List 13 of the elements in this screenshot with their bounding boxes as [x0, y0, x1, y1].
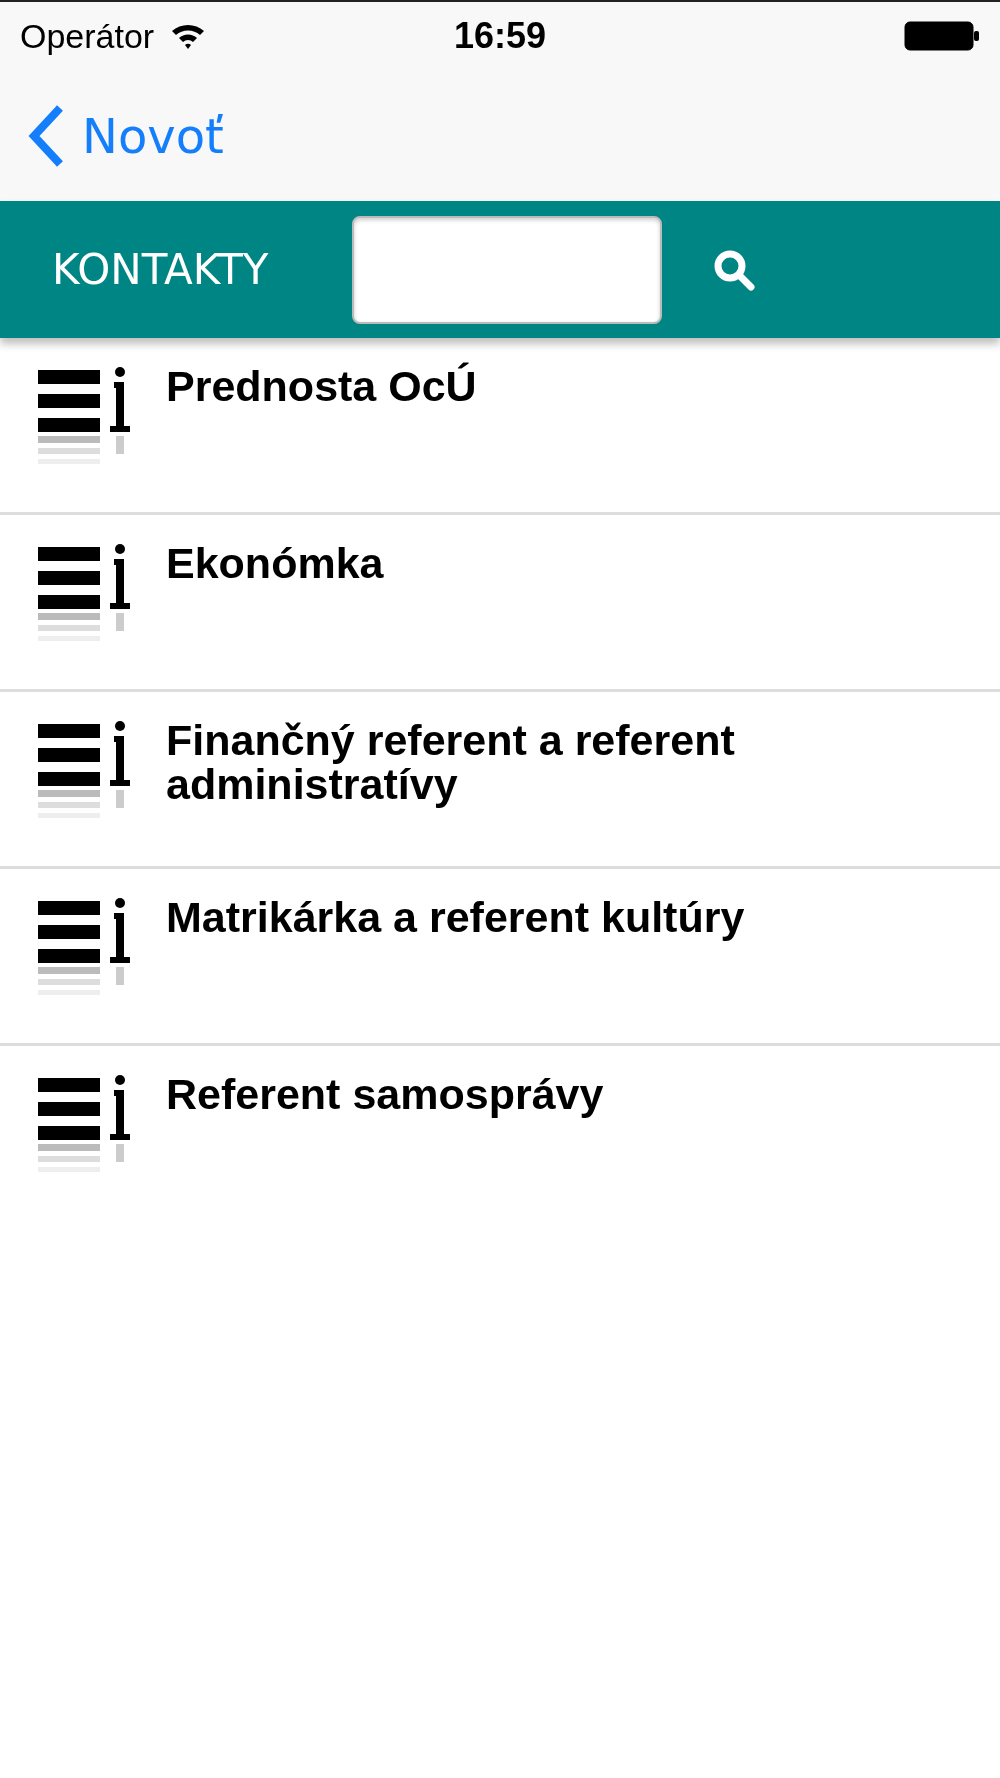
contact-name[interactable]: Referent samosprávy — [166, 1072, 926, 1116]
battery-icon — [904, 21, 980, 51]
clock-time: 16:59 — [453, 15, 547, 57]
contact-name[interactable]: Matrikárka a referent kultúry — [166, 895, 926, 939]
wifi-icon — [170, 22, 207, 50]
contact-name[interactable]: Finančný referent a referent administratívy — [166, 718, 926, 806]
section-title: KONTAKTY — [52, 245, 270, 294]
contact-name[interactable]: Prednosta OcÚ — [166, 364, 926, 408]
search-field[interactable] — [352, 215, 662, 324]
contact-name[interactable]: Ekonómka — [166, 541, 926, 585]
carrier-name: Operátor — [20, 16, 155, 56]
chevron-icon — [26, 103, 64, 168]
back-button[interactable]: Novoť — [26, 103, 224, 168]
